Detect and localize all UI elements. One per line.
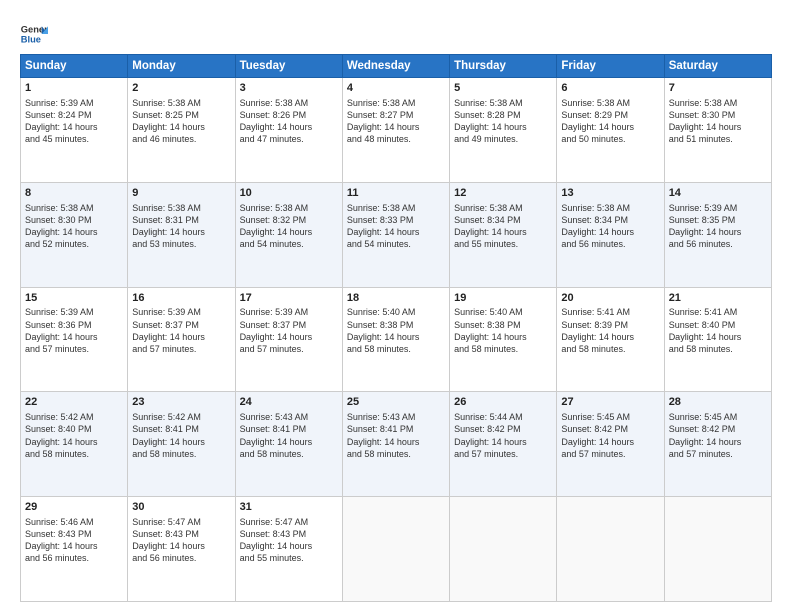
calendar-day-21: 21Sunrise: 5:41 AMSunset: 8:40 PMDayligh… xyxy=(664,287,771,392)
day-number: 14 xyxy=(669,186,767,201)
calendar-day-16: 16Sunrise: 5:39 AMSunset: 8:37 PMDayligh… xyxy=(128,287,235,392)
day-number: 6 xyxy=(561,81,659,96)
page: General Blue SundayMondayTuesdayWednesda… xyxy=(0,0,792,612)
calendar-day-28: 28Sunrise: 5:45 AMSunset: 8:42 PMDayligh… xyxy=(664,392,771,497)
logo: General Blue xyxy=(20,20,48,48)
calendar-day-6: 6Sunrise: 5:38 AMSunset: 8:29 PMDaylight… xyxy=(557,78,664,183)
day-number: 3 xyxy=(240,81,338,96)
day-number: 11 xyxy=(347,186,445,201)
calendar-day-4: 4Sunrise: 5:38 AMSunset: 8:27 PMDaylight… xyxy=(342,78,449,183)
day-number: 7 xyxy=(669,81,767,96)
calendar-day-29: 29Sunrise: 5:46 AMSunset: 8:43 PMDayligh… xyxy=(21,497,128,602)
calendar-day-15: 15Sunrise: 5:39 AMSunset: 8:36 PMDayligh… xyxy=(21,287,128,392)
calendar-day-9: 9Sunrise: 5:38 AMSunset: 8:31 PMDaylight… xyxy=(128,182,235,287)
calendar-table: SundayMondayTuesdayWednesdayThursdayFrid… xyxy=(20,54,772,602)
calendar-header-tuesday: Tuesday xyxy=(235,55,342,78)
day-number: 17 xyxy=(240,291,338,306)
calendar-day-20: 20Sunrise: 5:41 AMSunset: 8:39 PMDayligh… xyxy=(557,287,664,392)
calendar-header-row: SundayMondayTuesdayWednesdayThursdayFrid… xyxy=(21,55,772,78)
day-number: 31 xyxy=(240,500,338,515)
svg-text:Blue: Blue xyxy=(21,35,41,45)
day-number: 8 xyxy=(25,186,123,201)
calendar-day-11: 11Sunrise: 5:38 AMSunset: 8:33 PMDayligh… xyxy=(342,182,449,287)
day-number: 12 xyxy=(454,186,552,201)
calendar-empty-cell xyxy=(342,497,449,602)
calendar-day-30: 30Sunrise: 5:47 AMSunset: 8:43 PMDayligh… xyxy=(128,497,235,602)
calendar-day-24: 24Sunrise: 5:43 AMSunset: 8:41 PMDayligh… xyxy=(235,392,342,497)
day-number: 1 xyxy=(25,81,123,96)
day-number: 9 xyxy=(132,186,230,201)
calendar-day-17: 17Sunrise: 5:39 AMSunset: 8:37 PMDayligh… xyxy=(235,287,342,392)
calendar-week-2: 8Sunrise: 5:38 AMSunset: 8:30 PMDaylight… xyxy=(21,182,772,287)
day-number: 10 xyxy=(240,186,338,201)
calendar-day-31: 31Sunrise: 5:47 AMSunset: 8:43 PMDayligh… xyxy=(235,497,342,602)
calendar-week-5: 29Sunrise: 5:46 AMSunset: 8:43 PMDayligh… xyxy=(21,497,772,602)
day-number: 30 xyxy=(132,500,230,515)
calendar-header-friday: Friday xyxy=(557,55,664,78)
calendar-header-sunday: Sunday xyxy=(21,55,128,78)
calendar-day-13: 13Sunrise: 5:38 AMSunset: 8:34 PMDayligh… xyxy=(557,182,664,287)
day-number: 29 xyxy=(25,500,123,515)
calendar-empty-cell xyxy=(450,497,557,602)
calendar-day-7: 7Sunrise: 5:38 AMSunset: 8:30 PMDaylight… xyxy=(664,78,771,183)
calendar-week-1: 1Sunrise: 5:39 AMSunset: 8:24 PMDaylight… xyxy=(21,78,772,183)
day-number: 20 xyxy=(561,291,659,306)
calendar-day-23: 23Sunrise: 5:42 AMSunset: 8:41 PMDayligh… xyxy=(128,392,235,497)
day-number: 28 xyxy=(669,395,767,410)
day-number: 13 xyxy=(561,186,659,201)
day-number: 26 xyxy=(454,395,552,410)
calendar-day-3: 3Sunrise: 5:38 AMSunset: 8:26 PMDaylight… xyxy=(235,78,342,183)
day-number: 24 xyxy=(240,395,338,410)
calendar-header-wednesday: Wednesday xyxy=(342,55,449,78)
calendar-day-8: 8Sunrise: 5:38 AMSunset: 8:30 PMDaylight… xyxy=(21,182,128,287)
day-number: 18 xyxy=(347,291,445,306)
calendar-day-1: 1Sunrise: 5:39 AMSunset: 8:24 PMDaylight… xyxy=(21,78,128,183)
day-number: 5 xyxy=(454,81,552,96)
day-number: 22 xyxy=(25,395,123,410)
general-blue-logo-icon: General Blue xyxy=(20,20,48,48)
calendar-header-saturday: Saturday xyxy=(664,55,771,78)
day-number: 19 xyxy=(454,291,552,306)
calendar-week-3: 15Sunrise: 5:39 AMSunset: 8:36 PMDayligh… xyxy=(21,287,772,392)
calendar-header-thursday: Thursday xyxy=(450,55,557,78)
calendar-day-12: 12Sunrise: 5:38 AMSunset: 8:34 PMDayligh… xyxy=(450,182,557,287)
day-number: 2 xyxy=(132,81,230,96)
calendar-day-22: 22Sunrise: 5:42 AMSunset: 8:40 PMDayligh… xyxy=(21,392,128,497)
calendar-day-14: 14Sunrise: 5:39 AMSunset: 8:35 PMDayligh… xyxy=(664,182,771,287)
calendar-day-25: 25Sunrise: 5:43 AMSunset: 8:41 PMDayligh… xyxy=(342,392,449,497)
day-number: 15 xyxy=(25,291,123,306)
day-number: 23 xyxy=(132,395,230,410)
calendar-day-2: 2Sunrise: 5:38 AMSunset: 8:25 PMDaylight… xyxy=(128,78,235,183)
calendar-day-10: 10Sunrise: 5:38 AMSunset: 8:32 PMDayligh… xyxy=(235,182,342,287)
calendar-week-4: 22Sunrise: 5:42 AMSunset: 8:40 PMDayligh… xyxy=(21,392,772,497)
calendar-empty-cell xyxy=(664,497,771,602)
calendar-day-27: 27Sunrise: 5:45 AMSunset: 8:42 PMDayligh… xyxy=(557,392,664,497)
calendar-header-monday: Monday xyxy=(128,55,235,78)
calendar-empty-cell xyxy=(557,497,664,602)
calendar-day-19: 19Sunrise: 5:40 AMSunset: 8:38 PMDayligh… xyxy=(450,287,557,392)
calendar-day-26: 26Sunrise: 5:44 AMSunset: 8:42 PMDayligh… xyxy=(450,392,557,497)
day-number: 4 xyxy=(347,81,445,96)
day-number: 21 xyxy=(669,291,767,306)
day-number: 16 xyxy=(132,291,230,306)
day-number: 27 xyxy=(561,395,659,410)
header: General Blue xyxy=(20,16,772,48)
day-number: 25 xyxy=(347,395,445,410)
calendar-day-5: 5Sunrise: 5:38 AMSunset: 8:28 PMDaylight… xyxy=(450,78,557,183)
calendar-day-18: 18Sunrise: 5:40 AMSunset: 8:38 PMDayligh… xyxy=(342,287,449,392)
